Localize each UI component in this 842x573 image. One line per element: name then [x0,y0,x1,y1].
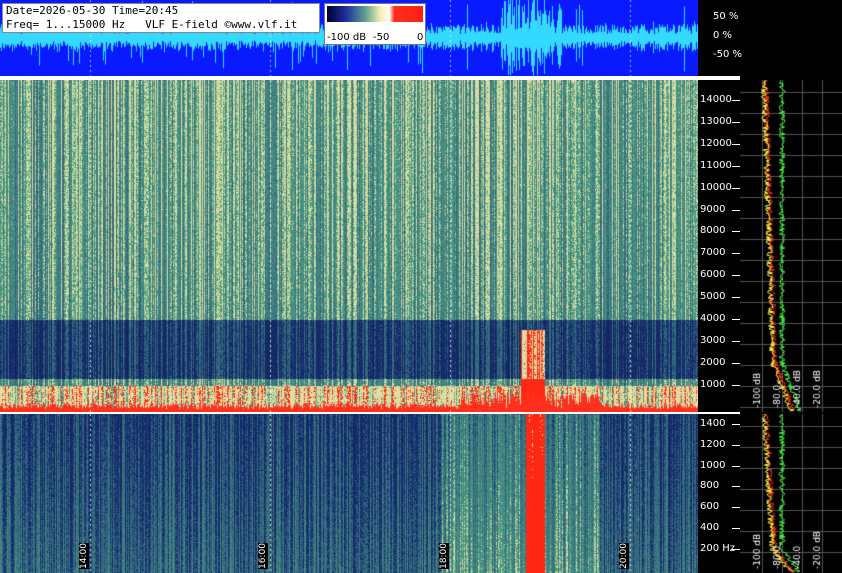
freq-tick-label: 400 [700,522,720,533]
freq-tick-mark [732,384,740,386]
time-label-1600: 16:00 [258,543,268,569]
db-color-scale: -100 dB -50 0 [324,3,426,45]
spectrum-profile-upper [740,80,842,412]
freq-tick-label: 200 Hz [700,542,736,554]
freq-tick-label: 5000 [700,291,726,303]
freq-tick-label: 9000 [700,203,726,215]
frequency-axis-upper: 14000 13000 12000 11000 10000 9000 8000 7000 600… [698,80,740,412]
freq-tick-label: 8000 [700,225,726,237]
time-label-1800: 18:00 [439,543,449,569]
freq-tick-label: 2000 [700,356,726,368]
freq-tick-mark [732,297,740,299]
freq-tick-mark [732,507,740,509]
freq-tick-label: 13000 [700,115,732,127]
freq-tick-mark [732,275,740,277]
spectrogram-low-band [0,414,698,573]
pct-label-0: 0 % [713,30,733,41]
freq-tick-label: 1000 [700,459,726,471]
scale-mid-label: -50 [373,32,390,43]
freq-tick-label: 600 [700,501,720,513]
freq-tick-mark [732,548,740,550]
freq-tick-mark [732,143,740,145]
spectrum-profile-lower [740,414,842,573]
freq-tick-mark [732,528,740,529]
freq-tick-mark [732,444,740,446]
pct-label-50: 50 % [713,11,739,22]
spectrogram-full-band [0,80,698,412]
scale-max-label: 0 [417,32,424,43]
freq-tick-mark [732,465,740,467]
freq-tick-label: 3000 [700,334,726,346]
freq-tick-mark [732,121,740,123]
color-scale-bar [327,6,423,22]
scale-min-label: -100 dB [327,32,367,43]
freq-tick-label: 4000 [700,313,726,324]
freq-tick-mark [732,340,740,342]
freq-tick-mark [732,319,740,320]
freq-tick-label: 1000 [700,378,726,390]
freq-tick-label: 7000 [700,247,726,259]
info-box: Date=2026-05-30 Time=20:45 Freq= 1...150… [2,3,320,33]
freq-tick-label: 11000 [700,159,732,171]
freq-tick-label: 6000 [700,269,726,281]
freq-tick-mark [732,165,740,167]
freq-tick-mark [732,424,740,425]
freq-tick-mark [732,253,740,255]
freq-tick-mark [732,362,740,364]
freq-tick-mark [732,231,740,233]
freq-tick-mark [732,209,740,211]
freq-tick-label: 1200 [700,438,726,450]
freq-tick-mark [732,187,740,189]
freq-tick-label: 1400 [700,418,726,429]
freq-tick-label: 10000 [700,181,732,193]
frequency-axis-lower: 1400 1200 1000 800 600 400 200 Hz [698,414,740,573]
freq-range-text: Freq= 1...15000 Hz VLF E-field ©www.vlf.… [6,18,298,31]
time-label-1400: 14:00 [79,543,89,569]
freq-tick-label: 800 [700,480,720,492]
freq-tick-mark [732,100,740,101]
freq-tick-mark [732,486,740,488]
pct-label-neg50: -50 % [713,49,743,60]
date-time-text: Date=2026-05-30 Time=20:45 [6,4,179,17]
freq-tick-label: 12000 [700,137,732,149]
freq-tick-label: 14000 [700,94,732,105]
time-label-2000: 20:00 [619,543,629,569]
